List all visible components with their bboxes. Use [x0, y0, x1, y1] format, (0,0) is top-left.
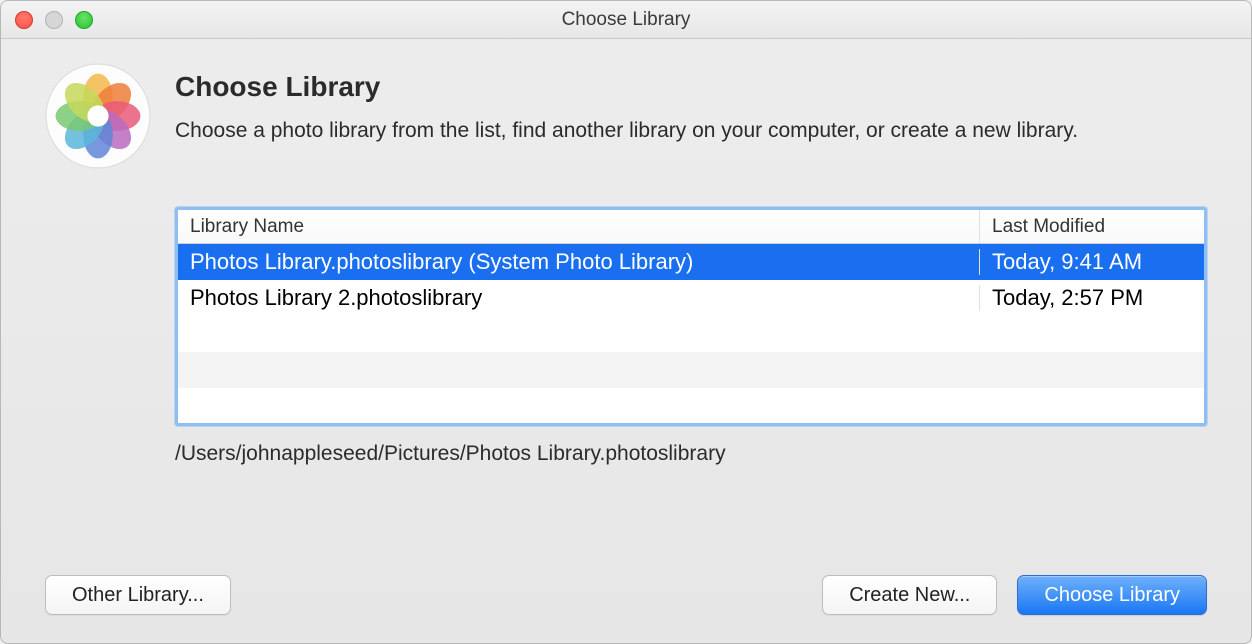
minimize-button[interactable]: [45, 11, 63, 29]
photos-app-icon: [45, 63, 151, 169]
library-table[interactable]: Library Name Last Modified Photos Librar…: [175, 207, 1207, 426]
dialog-description: Choose a photo library from the list, fi…: [175, 117, 1078, 145]
close-button[interactable]: [15, 11, 33, 29]
zoom-button[interactable]: [75, 11, 93, 29]
content-area: Choose Library Choose a photo library fr…: [1, 39, 1251, 643]
cell-last-modified: Today, 2:57 PM: [979, 285, 1204, 311]
window-title: Choose Library: [1, 9, 1251, 31]
titlebar: Choose Library: [1, 1, 1251, 39]
choose-library-button[interactable]: Choose Library: [1017, 575, 1207, 615]
selected-library-path: /Users/johnappleseed/Pictures/Photos Lib…: [175, 442, 1207, 466]
table-header: Library Name Last Modified: [178, 210, 1204, 244]
create-new-button[interactable]: Create New...: [822, 575, 997, 615]
cell-last-modified: Today, 9:41 AM: [979, 249, 1204, 275]
table-empty-area: [178, 316, 1204, 424]
table-row[interactable]: Photos Library 2.photoslibrary Today, 2:…: [178, 280, 1204, 316]
cell-library-name: Photos Library 2.photoslibrary: [178, 285, 979, 311]
cell-library-name: Photos Library.photoslibrary (System Pho…: [178, 249, 979, 275]
column-header-modified[interactable]: Last Modified: [979, 210, 1204, 243]
library-table-container: Library Name Last Modified Photos Librar…: [175, 207, 1207, 466]
column-header-name[interactable]: Library Name: [178, 210, 979, 243]
header-row: Choose Library Choose a photo library fr…: [45, 63, 1207, 169]
choose-library-window: Choose Library Choose Library: [0, 0, 1252, 644]
other-library-button[interactable]: Other Library...: [45, 575, 231, 615]
button-row: Other Library... Create New... Choose Li…: [45, 553, 1207, 643]
traffic-lights: [15, 11, 93, 29]
table-row[interactable]: Photos Library.photoslibrary (System Pho…: [178, 244, 1204, 280]
dialog-heading: Choose Library: [175, 71, 1078, 103]
header-text: Choose Library Choose a photo library fr…: [175, 63, 1078, 145]
